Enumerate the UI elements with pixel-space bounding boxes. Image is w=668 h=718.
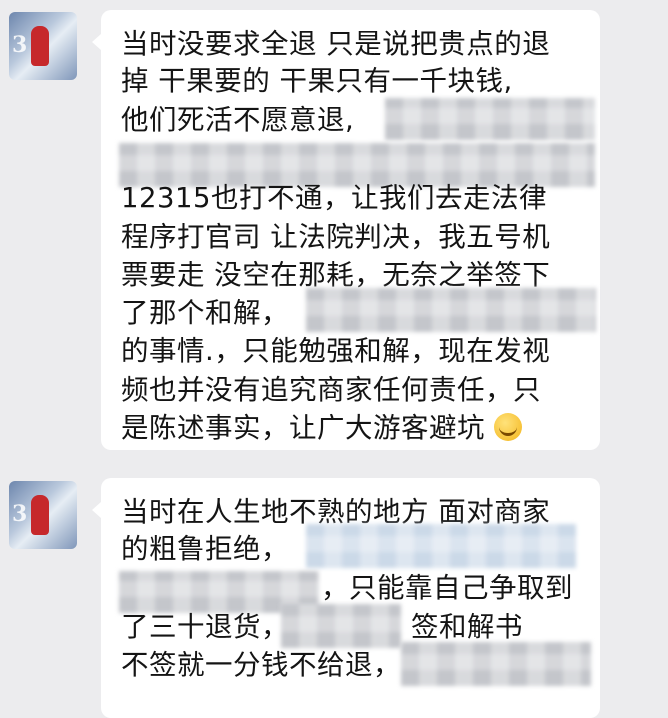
avatar-figure-icon [31, 495, 49, 535]
message-line: 了三十退货， [121, 611, 289, 643]
avatar-figure-icon [31, 26, 49, 66]
message-line: 不签就一分钱不给退， [121, 649, 401, 681]
message-line: 的粗鲁拒绝， [121, 533, 289, 565]
message-line: 掉 干果要的 干果只有一千块钱, [121, 65, 513, 97]
message-line: 他们死活不愿意退, [121, 104, 355, 136]
message-bubble[interactable]: 当时没要求全退 只是说把贵点的退 掉 干果要的 干果只有一千块钱, 他们死活不愿… [92, 10, 600, 450]
redacted-text-block [401, 642, 591, 686]
message-line: 的事情.，只能勉强和解，现在发视 [121, 335, 551, 367]
redacted-text-block [385, 98, 595, 140]
message-line: 12315也打不通，让我们去走法律 [121, 182, 547, 214]
message-line: ，只能靠自己争取到 [321, 572, 573, 604]
message-line: 签和解书 [411, 611, 523, 643]
redacted-text-block [281, 604, 401, 648]
message-bubble[interactable]: 当时在人生地不熟的地方 面对商家 的粗鲁拒绝， ，只能靠自己争取到 了三十退货，… [92, 478, 600, 718]
bubble-tail [92, 502, 101, 518]
redacted-text-block [306, 524, 576, 568]
message-line-text: 是陈述事实，让广大游客避坑 [121, 412, 485, 444]
bubble-tail [92, 34, 101, 50]
sender-avatar[interactable]: 3 [9, 481, 77, 549]
sender-avatar[interactable]: 3 [9, 12, 77, 80]
avatar-watermark-icon: 3 [12, 32, 28, 58]
message-line: 了那个和解， [121, 297, 289, 329]
message-line: 频也并没有追究商家任何责任，只 [121, 374, 541, 406]
crying-laughing-emoji-icon [494, 413, 523, 441]
message-line: 当时没要求全退 只是说把贵点的退 [121, 28, 551, 60]
avatar-watermark-icon: 3 [12, 501, 28, 527]
message-line: 程序打官司 让法院判决，我五号机 [121, 221, 551, 253]
redacted-text-block [306, 288, 596, 332]
message-line: 是陈述事实，让广大游客避坑 [121, 410, 523, 446]
